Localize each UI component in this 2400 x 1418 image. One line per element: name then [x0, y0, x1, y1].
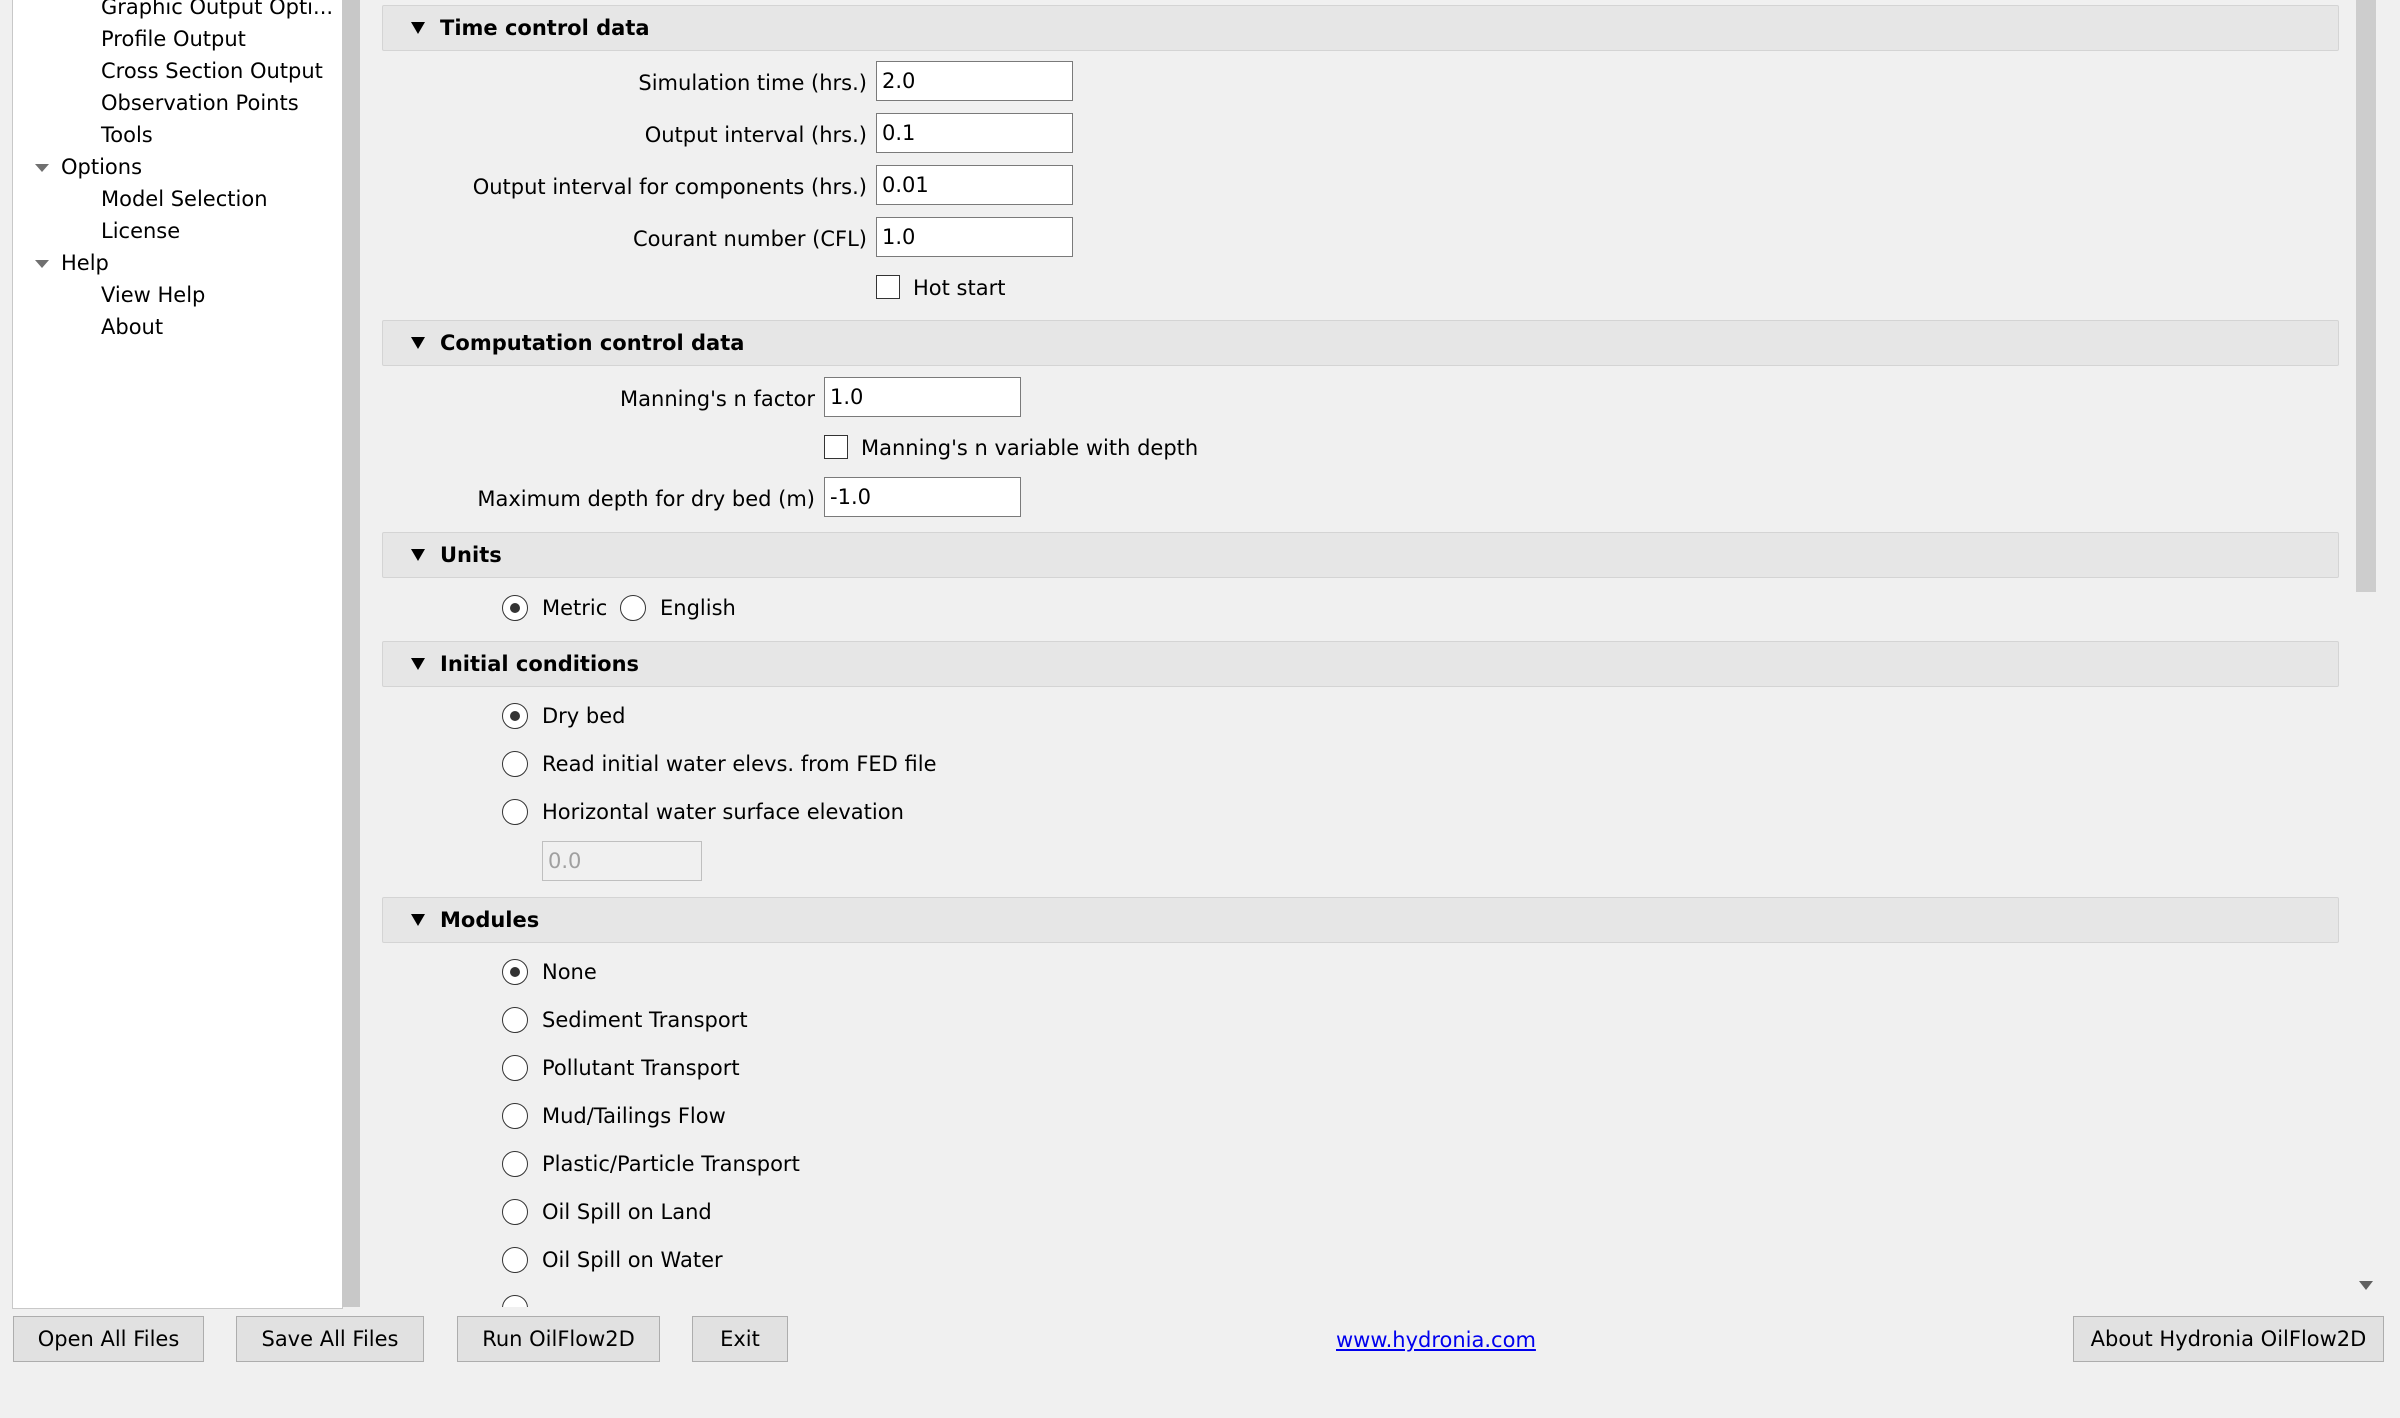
manning-variable-label: Manning's n variable with depth [861, 436, 1199, 460]
expand-arrow-icon[interactable] [35, 260, 49, 268]
module-oil-water-label: Oil Spill on Water [542, 1248, 723, 1272]
section-title: Initial conditions [440, 652, 640, 676]
initial-read-fed-radio[interactable] [502, 751, 528, 777]
manning-factor-input[interactable] [824, 377, 1021, 417]
courant-number-input[interactable] [876, 217, 1073, 257]
module-none-label: None [542, 960, 597, 984]
scroll-down-arrow-icon[interactable] [2359, 1281, 2373, 1290]
manning-variable-checkbox[interactable] [824, 435, 848, 459]
units-english-label: English [660, 596, 736, 620]
save-all-files-button[interactable]: Save All Files [236, 1316, 424, 1362]
module-next-radio-partial[interactable] [502, 1295, 528, 1307]
max-depth-label: Maximum depth for dry bed (m) [477, 487, 815, 511]
collapse-triangle-icon [411, 549, 425, 561]
expand-arrow-icon[interactable] [35, 164, 49, 172]
tree-item-graphic-output-options[interactable]: Graphic Output Opti... [101, 0, 333, 23]
run-oilflow2d-button[interactable]: Run OilFlow2D [457, 1316, 660, 1362]
manning-factor-label: Manning's n factor [620, 387, 815, 411]
initial-dry-bed-label: Dry bed [542, 704, 626, 728]
initial-read-fed-label: Read initial water elevs. from FED file [542, 752, 937, 776]
open-all-files-button[interactable]: Open All Files [13, 1316, 204, 1362]
initial-dry-bed-radio[interactable] [502, 703, 528, 729]
tree-item-label: Help [61, 251, 109, 275]
module-mud-tailings-label: Mud/Tailings Flow [542, 1104, 726, 1128]
tree-item-label: Profile Output [101, 27, 246, 51]
about-hydronia-button[interactable]: About Hydronia OilFlow2D [2073, 1316, 2384, 1362]
module-pollutant-label: Pollutant Transport [542, 1056, 740, 1080]
tree-item-label: View Help [101, 283, 206, 307]
section-title: Computation control data [440, 331, 745, 355]
tree-item-label: Graphic Output Opti... [101, 0, 334, 19]
module-mud-tailings-radio[interactable] [502, 1103, 528, 1129]
tree-item-about[interactable]: About [101, 311, 163, 343]
tree-item-label: Options [61, 155, 143, 179]
module-plastic-particle-radio[interactable] [502, 1151, 528, 1177]
hot-start-label: Hot start [913, 276, 1006, 300]
simulation-time-label: Simulation time (hrs.) [638, 71, 867, 95]
units-english-radio[interactable] [620, 595, 646, 621]
tree-item-view-help[interactable]: View Help [101, 279, 205, 311]
units-metric-radio[interactable] [502, 595, 528, 621]
section-header-initial-conditions[interactable]: Initial conditions [382, 641, 2339, 687]
tree-item-profile-output[interactable]: Profile Output [101, 23, 246, 55]
tree-item-tools[interactable]: Tools [101, 119, 153, 151]
output-interval-components-input[interactable] [876, 165, 1073, 205]
module-oil-land-radio[interactable] [502, 1199, 528, 1225]
courant-number-label: Courant number (CFL) [632, 227, 867, 251]
section-title: Units [440, 543, 502, 567]
module-sediment-radio[interactable] [502, 1007, 528, 1033]
module-none-radio[interactable] [502, 959, 528, 985]
collapse-triangle-icon [411, 658, 425, 670]
section-title: Time control data [440, 16, 650, 40]
module-plastic-particle-label: Plastic/Particle Transport [542, 1152, 800, 1176]
section-header-units[interactable]: Units [382, 532, 2339, 578]
tree-item-observation-points[interactable]: Observation Points [101, 87, 299, 119]
tree-item-label: Observation Points [101, 91, 299, 115]
hydronia-website-link[interactable]: www.hydronia.com [1336, 1324, 1536, 1356]
section-header-time-control[interactable]: Time control data [382, 5, 2339, 51]
initial-horizontal-label: Horizontal water surface elevation [542, 800, 904, 824]
initial-horizontal-radio[interactable] [502, 799, 528, 825]
exit-button[interactable]: Exit [692, 1316, 788, 1362]
module-sediment-label: Sediment Transport [542, 1008, 748, 1032]
output-interval-label: Output interval (hrs.) [644, 123, 867, 147]
collapse-triangle-icon [411, 337, 425, 349]
tree-item-cross-section-output[interactable]: Cross Section Output [101, 55, 323, 87]
section-title: Modules [440, 908, 540, 932]
simulation-time-input[interactable] [876, 61, 1073, 101]
tree-item-label: Cross Section Output [101, 59, 323, 83]
vertical-scrollbar[interactable] [2354, 0, 2378, 1305]
tree-item-label: Model Selection [101, 187, 268, 211]
tree-item-help[interactable]: Help [35, 247, 109, 279]
navigation-tree[interactable]: Graphic Output Opti... Profile Output Cr… [12, 0, 343, 1309]
hot-start-checkbox[interactable] [876, 275, 900, 299]
tree-item-options[interactable]: Options [35, 151, 143, 183]
scrollbar-thumb[interactable] [2356, 0, 2376, 592]
horizontal-elevation-input [542, 841, 702, 881]
tree-item-label: About [101, 315, 164, 339]
section-header-modules[interactable]: Modules [382, 897, 2339, 943]
units-metric-label: Metric [542, 596, 608, 620]
tree-item-label: Tools [101, 123, 153, 147]
collapse-triangle-icon [411, 22, 425, 34]
splitter-handle[interactable] [343, 0, 360, 1307]
collapse-triangle-icon [411, 914, 425, 926]
section-header-computation-control[interactable]: Computation control data [382, 320, 2339, 366]
module-oil-land-label: Oil Spill on Land [542, 1200, 712, 1224]
tree-item-label: License [101, 219, 181, 243]
module-pollutant-radio[interactable] [502, 1055, 528, 1081]
max-depth-input[interactable] [824, 477, 1021, 517]
tree-item-model-selection[interactable]: Model Selection [101, 183, 268, 215]
tree-item-license[interactable]: License [101, 215, 180, 247]
module-oil-water-radio[interactable] [502, 1247, 528, 1273]
settings-panel: Time control data Simulation time (hrs.)… [366, 0, 2352, 1307]
output-interval-input[interactable] [876, 113, 1073, 153]
output-interval-components-label: Output interval for components (hrs.) [472, 175, 867, 199]
